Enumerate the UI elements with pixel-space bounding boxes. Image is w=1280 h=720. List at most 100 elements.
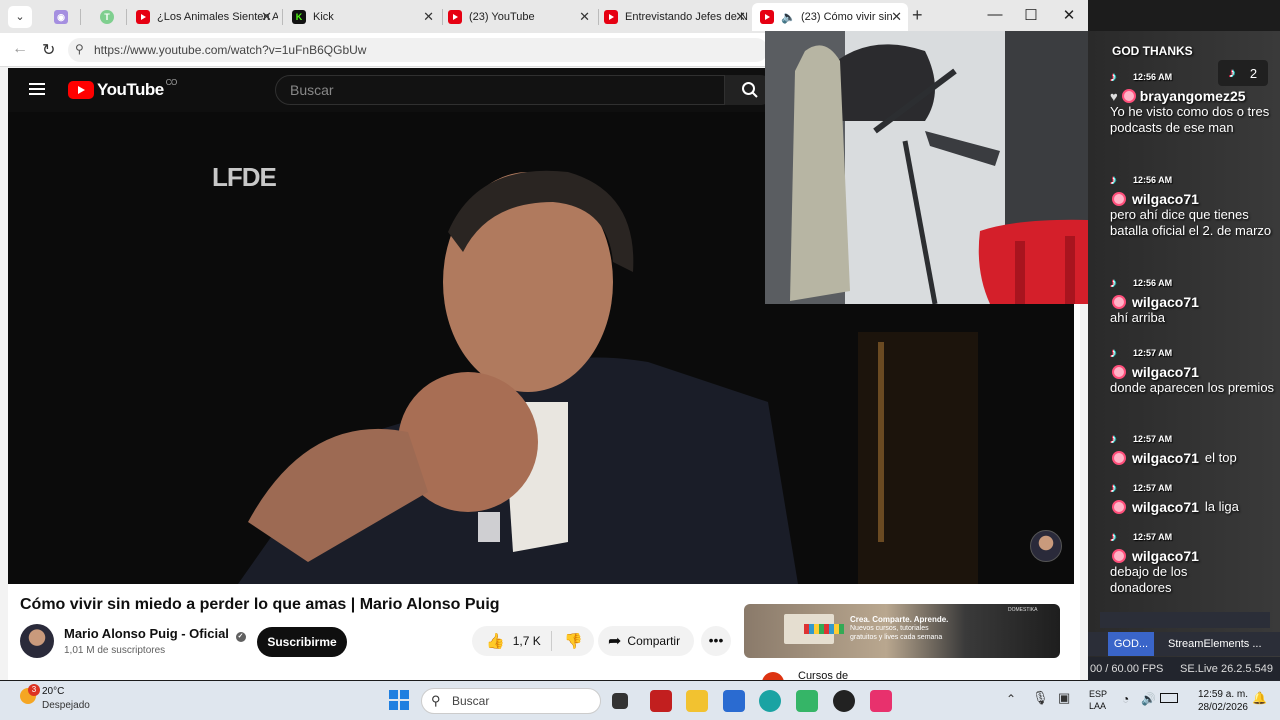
like-button[interactable]: 👍 1,7 K bbox=[472, 631, 552, 651]
start-icon[interactable] bbox=[389, 690, 409, 710]
tray-chevron-icon[interactable]: ⌃ bbox=[1006, 692, 1016, 706]
chat-timestamp: 12:57 AM bbox=[1133, 348, 1173, 358]
chat-message: ♪ 12:56 AM ♥ brayangomez25 Yo he visto com… bbox=[1110, 68, 1280, 136]
tray-app-icon[interactable]: ▣ bbox=[1058, 690, 1070, 706]
close-tab-icon[interactable]: ✕ bbox=[735, 9, 746, 25]
tab-active-video[interactable]: 🔈 (23) Cómo vivir sin ✕ bbox=[752, 3, 908, 31]
obs-dock-tabs: GOD... StreamElements ... bbox=[1088, 632, 1280, 656]
channel-watermark-avatar[interactable] bbox=[1030, 530, 1062, 562]
chat-username: wilgaco71 bbox=[1132, 364, 1199, 380]
volume-icon[interactable]: 🔊 bbox=[1141, 692, 1156, 706]
dock-tab-god[interactable]: GOD... bbox=[1108, 632, 1154, 656]
new-tab-button[interactable]: + bbox=[912, 5, 923, 26]
tab-green-app[interactable]: T bbox=[92, 3, 122, 31]
obs-version: SE.Live 26.2.5.549 bbox=[1180, 663, 1273, 675]
microphone-icon[interactable]: 🎙 bbox=[1032, 690, 1049, 706]
dislike-button[interactable]: 👎 bbox=[552, 632, 583, 650]
webcam-overlay bbox=[765, 31, 1113, 304]
tiktok-icon: ♪ bbox=[1110, 431, 1117, 446]
chat-timestamp: 12:56 AM bbox=[1133, 72, 1173, 82]
close-tab-icon[interactable]: ✕ bbox=[423, 9, 434, 25]
logo-text: YouTube bbox=[97, 80, 164, 99]
back-icon[interactable]: ← bbox=[12, 40, 28, 58]
tab-list-button[interactable]: ⌄ bbox=[8, 6, 32, 28]
user-badge-icon bbox=[1112, 451, 1126, 465]
like-dislike-group: 👍 1,7 K 👎 bbox=[472, 626, 594, 656]
notifications-icon[interactable]: 🔔 bbox=[1252, 691, 1267, 705]
language-indicator[interactable]: ESP LAA bbox=[1089, 688, 1107, 712]
user-badge-icon bbox=[1112, 549, 1126, 563]
chat-timestamp: 12:57 AM bbox=[1133, 434, 1173, 444]
store-icon[interactable] bbox=[723, 690, 745, 712]
tiktok-icon: ♪ bbox=[1110, 529, 1117, 544]
chat-timestamp: 12:57 AM bbox=[1133, 483, 1173, 493]
chat-timestamp: 12:56 AM bbox=[1133, 175, 1173, 185]
youtube-search-input[interactable]: Buscar bbox=[275, 75, 725, 105]
share-label: Compartir bbox=[627, 634, 681, 648]
tiktok-icon: ♪ bbox=[1110, 69, 1117, 84]
close-tab-icon[interactable]: ✕ bbox=[579, 9, 590, 25]
url-field[interactable]: https://www.youtube.com/watch?v=1uFnB6QG… bbox=[68, 38, 768, 62]
search-icon: ⚲ bbox=[431, 693, 441, 708]
tab-label: Kick bbox=[313, 11, 334, 23]
tiktok-live-icon[interactable] bbox=[870, 690, 892, 712]
chat-app-icon[interactable] bbox=[796, 690, 818, 712]
clock[interactable]: 12:59 a. m. 28/02/2026 bbox=[1190, 688, 1248, 714]
chat-message: ♪ 12:56 AM wilgaco71 ahí arriba bbox=[1110, 274, 1280, 326]
ad-text: Crea. Comparte. Aprende. Nuevos cursos, … bbox=[850, 615, 948, 642]
obs-icon[interactable] bbox=[833, 690, 855, 712]
dock-tab-streamelements[interactable]: StreamElements ... bbox=[1158, 632, 1262, 656]
close-window-icon[interactable]: ✕ bbox=[1054, 6, 1084, 24]
channel-avatar[interactable] bbox=[20, 624, 54, 658]
edge-icon[interactable] bbox=[759, 690, 781, 712]
chat-text: ahí arriba bbox=[1110, 310, 1165, 325]
chat-text: la liga bbox=[1204, 499, 1239, 514]
tab-entrevistando[interactable]: Entrevistando Jefes de N ✕ bbox=[596, 3, 752, 31]
tab-camera-app[interactable]: ◉ bbox=[46, 3, 76, 31]
tab-animales[interactable]: ¿Los Animales Sienten A ✕ bbox=[128, 3, 278, 31]
app-shield-icon[interactable] bbox=[650, 690, 672, 712]
close-tab-icon[interactable]: ✕ bbox=[261, 9, 272, 25]
clock-time: 12:59 a. m. bbox=[1197, 689, 1248, 700]
tab-kick[interactable]: K Kick ✕ bbox=[284, 3, 440, 31]
speaker-icon: 🔈 bbox=[781, 10, 796, 24]
obs-toolbar bbox=[1100, 612, 1270, 628]
subscribe-button[interactable]: Suscribirme bbox=[257, 627, 347, 657]
tab-label: (23) YouTube bbox=[469, 11, 535, 23]
chat-timestamp: 12:56 AM bbox=[1133, 278, 1173, 288]
chat-text: Yo he visto como dos o tres podcasts de … bbox=[1110, 104, 1270, 135]
close-tab-icon[interactable]: ✕ bbox=[891, 9, 902, 25]
battery-icon[interactable] bbox=[1160, 693, 1178, 703]
thumbs-down-icon: 👎 bbox=[564, 633, 583, 650]
weather-badge: 3 bbox=[28, 684, 40, 696]
youtube-icon bbox=[604, 10, 618, 24]
share-button[interactable]: ➦ Compartir bbox=[598, 626, 694, 656]
chat-username: wilgaco71 bbox=[1132, 191, 1199, 207]
task-view-icon[interactable] bbox=[612, 693, 628, 709]
channel-name[interactable]: Mario Alonso Puig - Oficial ✓ bbox=[64, 626, 246, 642]
channel-name-text: Mario Alonso Puig - Oficial bbox=[64, 626, 229, 641]
chat-message: ♪ 12:56 AM wilgaco71 pero ahí dice que ti… bbox=[1110, 171, 1280, 239]
video-title: Cómo vivir sin miedo a perder lo que ama… bbox=[20, 596, 500, 613]
video-overlay-logo: LFDE bbox=[212, 162, 277, 192]
taskbar-search[interactable]: Buscar bbox=[421, 688, 601, 714]
lang-primary: ESP bbox=[1089, 689, 1108, 699]
wifi-icon[interactable]: ◔ bbox=[1122, 692, 1129, 706]
tab-youtube[interactable]: (23) YouTube ✕ bbox=[440, 3, 596, 31]
chat-timestamp: 12:57 AM bbox=[1133, 532, 1173, 542]
reload-icon[interactable]: ↻ bbox=[42, 40, 55, 60]
next-item-title[interactable]: Cursos de bbox=[798, 670, 848, 680]
file-explorer-icon[interactable] bbox=[686, 690, 708, 712]
search-icon bbox=[742, 82, 758, 98]
menu-icon[interactable] bbox=[29, 80, 45, 98]
site-info-icon[interactable]: ⚲ bbox=[75, 42, 84, 56]
tab-label: ¿Los Animales Sienten A bbox=[157, 11, 278, 23]
youtube-logo[interactable]: YouTube CO bbox=[68, 78, 177, 100]
more-actions-button[interactable]: ••• bbox=[701, 626, 731, 656]
youtube-icon bbox=[760, 10, 774, 24]
user-badge-icon bbox=[1112, 365, 1126, 379]
ad-brand: DOMESTIKA bbox=[1008, 607, 1038, 613]
tab-label: (23) Cómo vivir sin bbox=[800, 11, 893, 23]
maximize-icon[interactable]: ☐ bbox=[1016, 6, 1046, 24]
minimize-icon[interactable]: — bbox=[980, 6, 1010, 23]
